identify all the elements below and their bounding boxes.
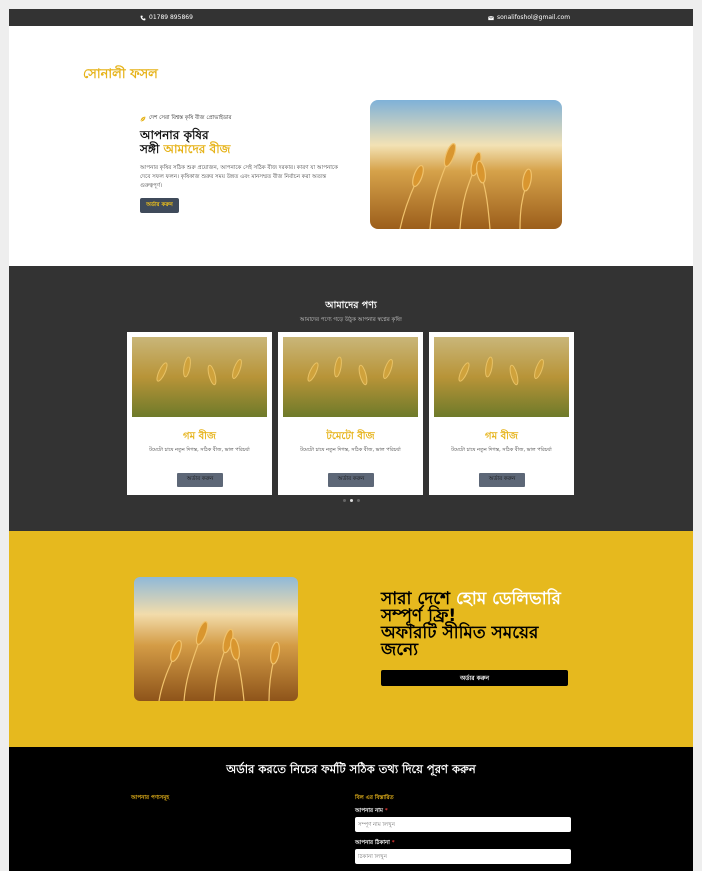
product-card[interactable]: টমেটো বীজ টমেটো চাষে নতুন দিগন্ত, সঠিক ব… (278, 332, 423, 495)
name-input[interactable] (355, 817, 571, 832)
product-description: টমেটো চাষে নতুন দিগন্ত, সঠিক বীজ, ভাল পর… (300, 447, 401, 453)
email-contact[interactable]: sonalifoshol@gmail.com (488, 14, 570, 21)
offer-wheat-image (134, 577, 298, 701)
phone-contact[interactable]: 01789 895869 (140, 14, 193, 21)
product-card[interactable]: গম বীজ টমেটো চাষে নতুন দিগন্ত, সঠিক বীজ,… (429, 332, 574, 495)
address-input[interactable] (355, 849, 571, 864)
mail-icon (488, 15, 494, 20)
product-order-button[interactable]: অর্ডার করুন (177, 473, 223, 487)
hero-title-line1: আপনার কৃষির (140, 128, 209, 142)
product-name: টমেটো বীজ (326, 431, 375, 442)
product-order-button[interactable]: অর্ডার করুন (328, 473, 374, 487)
name-label-text: আপনার নাম (355, 808, 383, 814)
required-mark: * (391, 840, 395, 846)
offer-order-button[interactable]: অর্ডার করুন (381, 670, 568, 686)
name-field-label: আপনার নাম * (355, 808, 388, 816)
products-title: আমাদের পণ্য (325, 300, 377, 311)
address-field-label: আপনার ঠিকানা * (355, 840, 395, 848)
offer-title-line3: অফারটি সীমিত সময়ের জন্যে (381, 623, 539, 660)
carousel-dot-active[interactable] (350, 499, 353, 502)
product-image (434, 337, 569, 417)
product-description: টমেটো চাষে নতুন দিগন্ত, সঠিক বীজ, ভাল পর… (149, 447, 250, 453)
offer-title: সারা দেশে হোম ডেলিভারি সম্পূর্ণ ফ্রি! অফ… (381, 591, 571, 659)
product-order-button[interactable]: অর্ডার করুন (479, 473, 525, 487)
hero-title-accent: আমাদের বীজ (163, 142, 231, 156)
required-mark: * (384, 808, 388, 814)
offer-title-accent: হোম ডেলিভারি (456, 589, 561, 609)
product-image (283, 337, 418, 417)
order-form-section: অর্ডার করতে নিচের ফর্মটি সঠিক তথ্য দিয়ে… (9, 747, 693, 871)
hero-tagline: দেশ সেরা বিশ্বস্ত কৃষি বীজ প্রোভাইডার (140, 115, 232, 123)
hero-wheat-image (370, 100, 562, 229)
carousel-dot[interactable] (357, 499, 360, 502)
address-label-text: আপনার ঠিকানা (355, 840, 390, 846)
hero-order-button[interactable]: অর্ডার করুন (140, 198, 179, 213)
products-section: আমাদের পণ্য আমাদের পণ্যে গড়ে উঠুক আপনার… (9, 266, 693, 531)
leaf-icon (140, 116, 146, 122)
products-subtitle: আমাদের পণ্যে গড়ে উঠুক আপনার স্বপ্নের কৃ… (299, 317, 403, 323)
brand-logo[interactable]: সোনালী ফসল (83, 65, 158, 86)
product-name: গম বীজ (485, 431, 518, 442)
top-bar: 01789 895869 sonalifoshol@gmail.com (9, 9, 693, 26)
offer-section: সারা দেশে হোম ডেলিভারি সম্পূর্ণ ফ্রি! অফ… (9, 531, 693, 747)
phone-icon (140, 15, 146, 20)
hero-description: আপনার কৃষির সঠিক শুরু প্রয়োজন, আপনাকে স… (140, 165, 338, 189)
hero-title-plain: সঙ্গী (140, 142, 164, 156)
landing-page: 01789 895869 sonalifoshol@gmail.com সোনা… (9, 9, 693, 871)
order-form-title: অর্ডার করতে নিচের ফর্মটি সঠিক তথ্য দিয়ে… (226, 762, 476, 776)
hero-title: আপনার কৃষির সঙ্গী আমাদের বীজ (140, 128, 360, 156)
carousel-dots (343, 499, 360, 502)
hero-title-line2: সঙ্গী আমাদের বীজ (140, 142, 360, 156)
product-image (132, 337, 267, 417)
phone-number: 01789 895869 (149, 14, 193, 21)
carousel-dot[interactable] (343, 499, 346, 502)
product-description: টমেটো চাষে নতুন দিগন্ত, সঠিক বীজ, ভাল পর… (451, 447, 552, 453)
your-products-heading: আপনার পণ্যসমূহ (131, 795, 170, 801)
product-card[interactable]: গম বীজ টমেটো চাষে নতুন দিগন্ত, সঠিক বীজ,… (127, 332, 272, 495)
email-address: sonalifoshol@gmail.com (497, 14, 571, 21)
hero-tag-text: দেশ সেরা বিশ্বস্ত কৃষি বীজ প্রোভাইডার (149, 115, 232, 121)
billing-details-heading: বিল এর বিস্তারিত (355, 795, 394, 801)
product-name: গম বীজ (183, 431, 216, 442)
